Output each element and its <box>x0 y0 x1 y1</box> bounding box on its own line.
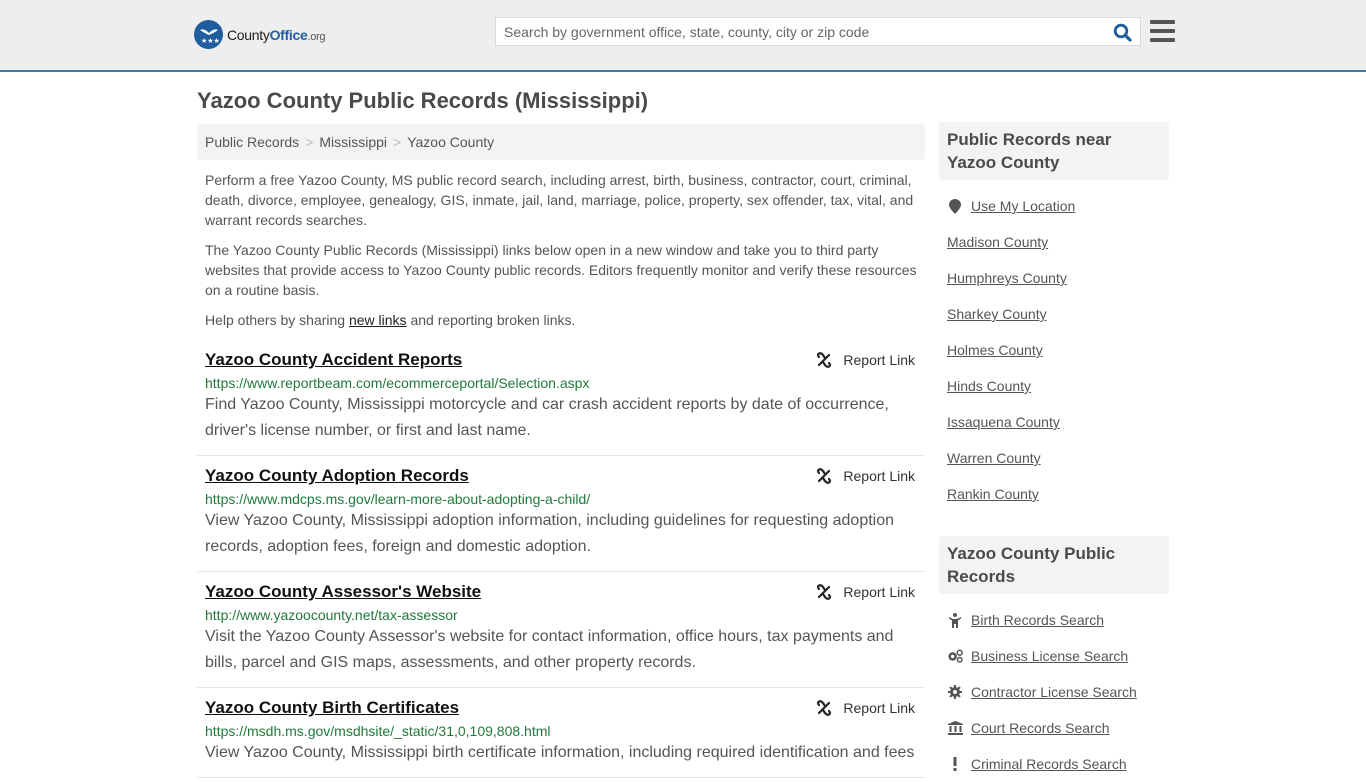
report-link-button[interactable]: Report Link <box>816 700 915 716</box>
svg-text:★★★: ★★★ <box>201 37 220 45</box>
use-my-location-link[interactable]: Use My Location <box>971 198 1075 214</box>
county-record-item: Court Records Search <box>947 710 1161 746</box>
broken-link-icon <box>817 700 832 716</box>
record-url: https://www.reportbeam.com/ecommerceport… <box>205 375 590 391</box>
record-item: Yazoo County Assessor's Website Report L… <box>197 572 925 688</box>
report-link-button[interactable]: Report Link <box>816 584 915 600</box>
exclamation-icon <box>947 757 963 771</box>
county-record-link[interactable]: Contractor License Search <box>971 684 1137 700</box>
record-item: Yazoo County Adoption Records Report Lin… <box>197 456 925 572</box>
nearby-county-link[interactable]: Madison County <box>947 234 1048 250</box>
county-record-item: Criminal Records Search <box>947 746 1161 782</box>
county-record-link[interactable]: Criminal Records Search <box>971 756 1127 772</box>
county-record-item: Contractor License Search <box>947 674 1161 710</box>
intro-paragraph: Perform a free Yazoo County, MS public r… <box>205 172 914 228</box>
search-input[interactable] <box>496 18 1096 45</box>
broken-link-icon <box>817 352 832 368</box>
intro-help: Help others by sharing new links and rep… <box>205 312 576 328</box>
nearby-county-link[interactable]: Holmes County <box>947 342 1043 358</box>
record-title-link[interactable]: Yazoo County Adoption Records <box>205 466 469 486</box>
record-title-link[interactable]: Yazoo County Assessor's Website <box>205 582 481 602</box>
county-record-item: Business License Search <box>947 638 1161 674</box>
records-list: Yazoo County Accident Reports Report Lin… <box>197 340 925 778</box>
logo-org-text: .org <box>307 30 326 43</box>
use-location-item: Use My Location <box>947 188 1161 224</box>
nearby-item: Sharkey County <box>947 296 1161 332</box>
intro: Perform a free Yazoo County, MS public r… <box>197 170 925 330</box>
cog-icon <box>947 685 963 699</box>
nearby-item: Issaquena County <box>947 404 1161 440</box>
sidebar-heading-nearby: Public Records near Yazoo County <box>939 122 1169 180</box>
sidebar-county-records: Yazoo County Public Records Birth Record… <box>939 536 1169 782</box>
nearby-item: Madison County <box>947 224 1161 260</box>
record-description: View Yazoo County, Mississippi birth cer… <box>205 744 915 761</box>
nearby-county-link[interactable]: Humphreys County <box>947 270 1067 286</box>
new-links-link[interactable]: new links <box>349 312 407 328</box>
county-record-item: Birth Records Search <box>947 602 1161 638</box>
record-url: http://www.yazoocounty.net/tax-assessor <box>205 607 458 623</box>
record-description: Visit the Yazoo County Assessor's websit… <box>205 628 894 671</box>
breadcrumb-separator: > <box>393 134 402 150</box>
record-title-link[interactable]: Yazoo County Accident Reports <box>205 350 462 370</box>
logo-county-text: County <box>227 26 270 43</box>
record-url: https://msdh.ms.gov/msdhsite/_static/31,… <box>205 723 551 739</box>
site-logo[interactable]: ★★★ CountyOffice.org <box>194 20 326 49</box>
child-icon <box>947 612 963 628</box>
search-box <box>495 17 1141 46</box>
bank-icon <box>947 721 963 735</box>
sidebar-nearby: Public Records near Yazoo County Use My … <box>939 122 1169 512</box>
nearby-item: Warren County <box>947 440 1161 476</box>
broken-link-icon <box>817 468 832 484</box>
hamburger-menu-icon[interactable] <box>1150 20 1175 42</box>
breadcrumb-mississippi[interactable]: Mississippi <box>319 134 387 150</box>
report-link-button[interactable]: Report Link <box>816 352 915 368</box>
nearby-county-link[interactable]: Warren County <box>947 450 1041 466</box>
main-content: Perform a free Yazoo County, MS public r… <box>197 170 925 778</box>
breadcrumb-separator: > <box>305 134 314 150</box>
breadcrumb: Public Records > Mississippi > Yazoo County <box>197 124 925 160</box>
breadcrumb-current: Yazoo County <box>407 134 495 150</box>
record-url: https://www.mdcps.ms.gov/learn-more-abou… <box>205 491 591 507</box>
nearby-county-link[interactable]: Hinds County <box>947 378 1031 394</box>
nearby-county-link[interactable]: Issaquena County <box>947 414 1060 430</box>
county-record-link[interactable]: Court Records Search <box>971 720 1110 736</box>
nearby-item: Hinds County <box>947 368 1161 404</box>
record-title-link[interactable]: Yazoo County Birth Certificates <box>205 698 459 718</box>
eagle-logo-icon: ★★★ <box>194 20 223 49</box>
page-title: Yazoo County Public Records (Mississippi… <box>197 88 649 113</box>
nearby-item: Holmes County <box>947 332 1161 368</box>
record-item: Yazoo County Birth Certificates Report L… <box>197 688 925 778</box>
county-record-link[interactable]: Birth Records Search <box>971 612 1104 628</box>
sidebar-heading-county: Yazoo County Public Records <box>939 536 1169 594</box>
nearby-county-link[interactable]: Sharkey County <box>947 306 1047 322</box>
breadcrumb-public-records[interactable]: Public Records <box>205 134 299 150</box>
intro-paragraph: The Yazoo County Public Records (Mississ… <box>205 242 917 298</box>
county-record-link[interactable]: Business License Search <box>971 648 1128 664</box>
search-icon[interactable] <box>1113 23 1132 45</box>
cogs-icon <box>947 649 963 663</box>
site-header: ★★★ CountyOffice.org <box>0 0 1366 72</box>
nearby-item: Rankin County <box>947 476 1161 512</box>
record-item: Yazoo County Accident Reports Report Lin… <box>197 340 925 456</box>
logo-office-text: Office <box>269 26 308 43</box>
report-link-button[interactable]: Report Link <box>816 468 915 484</box>
broken-link-icon <box>817 584 832 600</box>
nearby-county-link[interactable]: Rankin County <box>947 486 1039 502</box>
nearby-list: Use My Location Madison County Humphreys… <box>939 180 1169 512</box>
record-description: View Yazoo County, Mississippi adoption … <box>205 512 895 555</box>
record-description: Find Yazoo County, Mississippi motorcycl… <box>205 396 889 439</box>
nearby-item: Humphreys County <box>947 260 1161 296</box>
county-records-list: Birth Records Search Business License Se… <box>939 594 1169 782</box>
map-marker-icon <box>947 198 963 214</box>
